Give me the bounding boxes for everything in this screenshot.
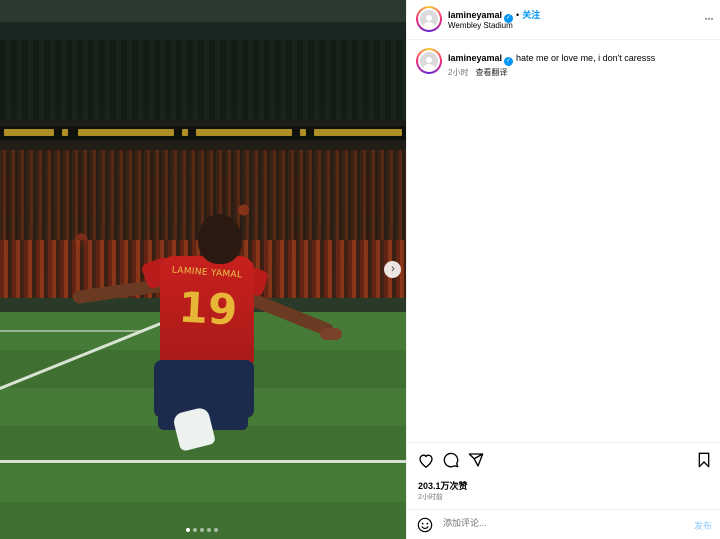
carousel-dot [186, 528, 190, 532]
player-hand [320, 328, 342, 340]
likes-count[interactable]: 203.1万次赞 [418, 479, 468, 492]
next-media-button[interactable]: › [384, 261, 401, 278]
location-link[interactable]: Wembley Stadium [448, 21, 513, 30]
username-link[interactable]: lamineyamal [448, 53, 502, 63]
bookmark-icon[interactable] [695, 451, 713, 469]
carousel-dot [200, 528, 204, 532]
post-actions: 203.1万次赞 2小时前 发布 [407, 442, 720, 539]
carousel-dot [207, 528, 211, 532]
caption-line: lamineyamal ✓ hate me or love me, i don't … [448, 53, 655, 66]
verified-badge-icon: ✓ [504, 57, 514, 66]
avatar-placeholder-icon [420, 52, 438, 70]
more-options-icon[interactable]: ··· [704, 11, 714, 25]
player-figure: LAMINE YAMAL 19 [70, 210, 350, 460]
post-media[interactable]: LAMINE YAMAL 19 › [0, 0, 406, 539]
caption-time: 2小时 [448, 68, 469, 77]
stadium-stand [0, 40, 406, 120]
post-sidebar: lamineyamal ✓ • 关注 Wembley Stadium ··· lami… [406, 0, 720, 539]
chevron-right-icon: › [391, 263, 395, 275]
follow-button[interactable]: 关注 [522, 10, 540, 20]
avatar-placeholder-icon [420, 10, 438, 28]
caption-text: hate me or love me, i don't caresss [516, 53, 656, 63]
emoji-icon[interactable] [417, 517, 433, 533]
comment-bar: 发布 [407, 509, 720, 539]
separator: • [516, 10, 520, 20]
led-board [0, 126, 406, 140]
avatar[interactable] [416, 48, 442, 74]
post-header: lamineyamal ✓ • 关注 Wembley Stadium ··· [407, 0, 720, 40]
post-timestamp: 2小时前 [418, 494, 443, 501]
avatar[interactable] [416, 6, 442, 32]
heart-icon[interactable] [417, 451, 435, 469]
player-head [198, 214, 242, 264]
see-translation-link[interactable]: 查看翻译 [475, 68, 507, 77]
stadium-roof-shadow [0, 22, 406, 40]
jersey-number: 19 [177, 282, 239, 335]
stadium-roof [0, 0, 406, 22]
comment-input[interactable] [443, 518, 673, 528]
post-comment-button[interactable]: 发布 [694, 519, 712, 532]
carousel-indicator [186, 528, 218, 532]
player-leg [208, 408, 248, 430]
caption-meta: 2小时 查看翻译 [448, 67, 507, 78]
pitch-line [0, 460, 406, 463]
action-bar [417, 451, 713, 471]
comment-icon[interactable] [442, 451, 460, 469]
carousel-dot [214, 528, 218, 532]
share-icon[interactable] [467, 451, 485, 469]
carousel-dot [193, 528, 197, 532]
username-link[interactable]: lamineyamal [448, 10, 502, 20]
